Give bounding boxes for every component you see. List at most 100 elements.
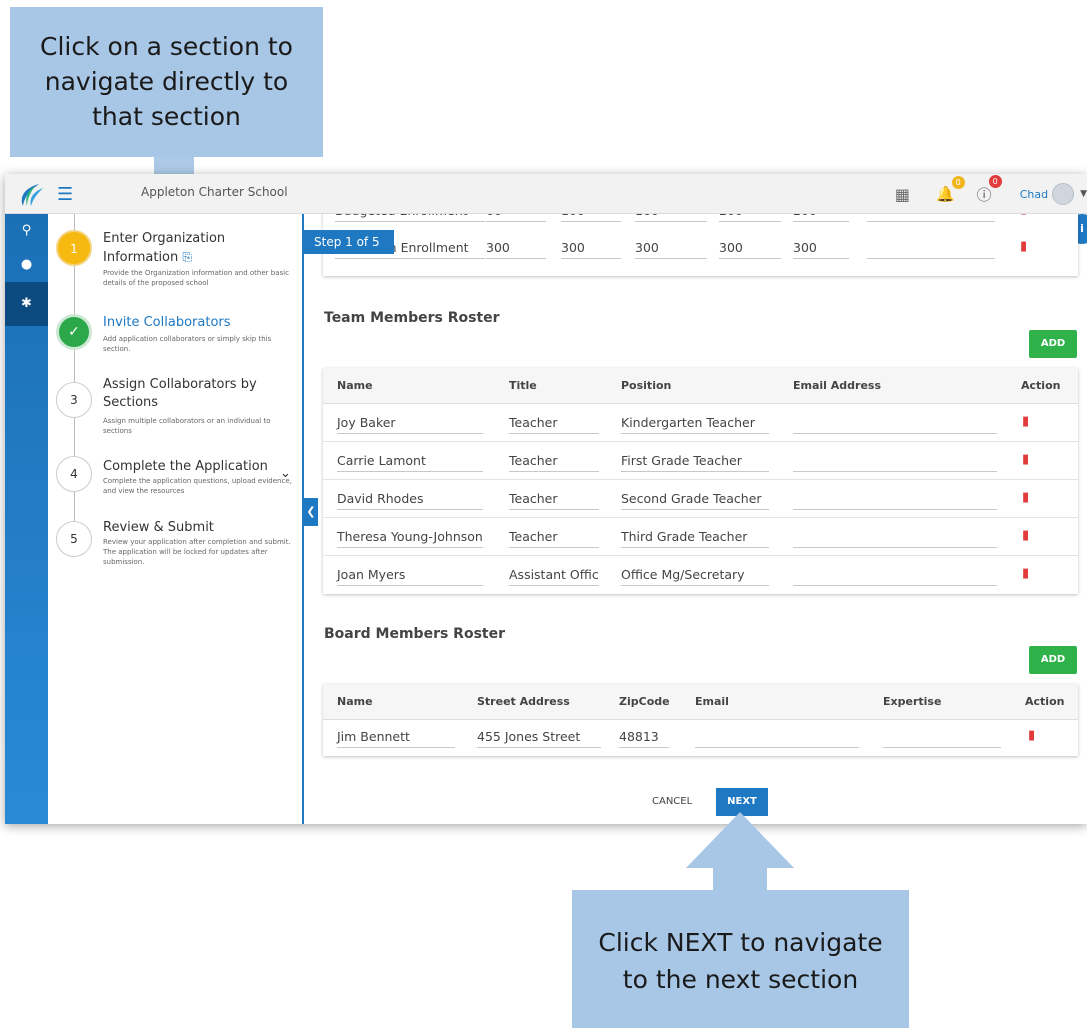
email-field[interactable] [793,526,997,548]
users-icon[interactable]: ● [5,248,48,282]
column-header: Email Address [793,379,882,392]
position-field[interactable]: Kindergarten Teacher [621,412,769,434]
table-row: Carrie Lamont Teacher First Grade Teache… [323,442,1078,480]
column-header: Title [509,379,537,392]
name-field[interactable]: David Rhodes [337,488,483,510]
bell-icon[interactable]: 🔔 0 [936,176,965,203]
icon-rail: ⚲ ● ✱ [5,214,48,824]
column-header: Name [337,379,373,392]
name-field[interactable]: Carrie Lamont [337,450,483,472]
trash-icon[interactable]: ▮ [1022,566,1029,581]
zipcode-field[interactable]: 48813 [619,726,669,748]
cancel-button[interactable]: CANCEL [652,796,692,807]
table-row: Jim Bennett 455 Jones Street 48813 ▮ [323,720,1078,758]
table-header: Name Street Address ZipCode Email Expert… [323,684,1078,720]
step-title: Assign Collaborators by Sections [103,377,257,410]
callout-line: navigate directly to [44,67,289,96]
enrollment-value-field[interactable]: 300 [635,237,707,259]
step-title: Review & Submit [103,520,214,535]
step-title: Complete the Application [103,459,268,474]
position-field[interactable]: Third Grade Teacher [621,526,769,548]
enrollment-value-field[interactable]: 60 [486,214,546,222]
name-field[interactable]: Jim Bennett [337,726,455,748]
add-board-member-button[interactable]: ADD [1029,646,1077,674]
email-field[interactable] [695,726,859,748]
trash-icon[interactable]: ▮ [1022,490,1029,505]
position-field[interactable]: Office Mg/Secretary [621,564,769,586]
column-header: Position [621,379,672,392]
main-content: i Budgeted Enrollment 60 100 160 200 200… [306,214,1087,824]
app-window: ☰ Appleton Charter School ▦ 🔔 0 ⓘ 0 Chad… [5,174,1087,824]
app-logo[interactable] [15,182,45,208]
enrollment-value-field[interactable]: 300 [561,237,621,259]
title-field[interactable]: Teacher [509,450,599,472]
enrollment-value-field[interactable]: 200 [793,214,849,222]
user-name[interactable]: Chad [1020,188,1048,201]
search-icon[interactable]: ⚲ [5,214,48,248]
table-row: Joan Myers Assistant Office Office Mg/Se… [323,556,1078,594]
title-field[interactable]: Teacher [509,488,599,510]
email-field[interactable] [793,488,997,510]
column-header: Action [1021,379,1061,392]
callout-navigate-section: Click on a section to navigate directly … [10,7,323,157]
column-header: Email [695,695,729,708]
email-field[interactable] [793,564,997,586]
header-actions: ▦ 🔔 0 ⓘ 0 Chad ▼ [895,174,1087,208]
enrollment-value-field[interactable]: 200 [719,214,781,222]
step-description: Assign multiple collaborators or an indi… [103,417,271,435]
trash-icon[interactable]: ▮ [1022,528,1029,543]
name-field[interactable]: Theresa Young-Johnson [337,526,483,548]
name-field[interactable]: Joan Myers [337,564,483,586]
enrollment-label-field[interactable]: Budgeted Enrollment [335,214,485,222]
street-address-field[interactable]: 455 Jones Street [477,726,601,748]
step-title: Enter Organization Information ⎘ [103,230,293,267]
trash-icon[interactable]: ▮ [1020,239,1027,254]
enrollment-value-field[interactable]: 300 [793,237,849,259]
table-row: Budgeted Enrollment 60 100 160 200 200 ▮ [323,214,1078,230]
enrollment-value-field[interactable]: 100 [561,214,621,222]
step-description: Complete the application questions, uplo… [103,477,292,495]
alert-icon[interactable]: ⓘ 0 [977,174,1002,205]
enrollment-value-field[interactable]: 160 [635,214,707,222]
step-number: 3 [56,382,92,418]
step-number: 5 [56,521,92,557]
step-title: Invite Collaborators [103,315,231,330]
title-field[interactable]: Teacher [509,526,599,548]
trash-icon[interactable]: ▮ [1022,452,1029,467]
apps-grid-icon[interactable]: ▦ [895,185,910,204]
team-roster-title: Team Members Roster [324,310,500,326]
table-row: Joy Baker Teacher Kindergarten Teacher ▮ [323,404,1078,442]
column-header: Street Address [477,695,570,708]
expertise-field[interactable] [883,726,1001,748]
column-header: Action [1025,695,1065,708]
menu-icon[interactable]: ☰ [57,186,73,204]
trash-icon[interactable]: ▮ [1020,214,1027,217]
title-field[interactable]: Assistant Office [509,564,599,586]
notification-badge: 0 [951,176,965,189]
position-field[interactable]: Second Grade Teacher [621,488,769,510]
enrollment-extra-field[interactable] [867,214,995,222]
team-roster-table: Name Title Position Email Address Action… [323,368,1078,594]
document-icon: ⎘ [182,250,193,264]
run-icon[interactable]: ✱ [5,282,48,326]
name-field[interactable]: Joy Baker [337,412,483,434]
title-field[interactable]: Teacher [509,412,599,434]
enrollment-table: Budgeted Enrollment 60 100 160 200 200 ▮… [323,214,1078,276]
column-header: ZipCode [619,695,670,708]
step-description: Review your application after completion… [103,538,291,566]
enrollment-value-field[interactable]: 300 [486,237,546,259]
trash-icon[interactable]: ▮ [1028,728,1035,743]
chevron-down-icon[interactable]: ▼ [1080,189,1087,199]
position-field[interactable]: First Grade Teacher [621,450,769,472]
callout-next-section: Click NEXT to navigate to the next secti… [572,890,909,1028]
email-field[interactable] [793,450,997,472]
step-description: Add application collaborators or simply … [103,335,272,353]
table-row: Maximum Enrollment 300 300 300 300 300 ▮ [323,237,1078,267]
email-field[interactable] [793,412,997,434]
chevron-down-icon[interactable]: ⌄ [280,466,291,481]
trash-icon[interactable]: ▮ [1022,414,1029,429]
enrollment-extra-field[interactable] [867,237,995,259]
avatar[interactable] [1052,183,1075,205]
add-team-member-button[interactable]: ADD [1029,330,1077,358]
enrollment-value-field[interactable]: 300 [719,237,781,259]
